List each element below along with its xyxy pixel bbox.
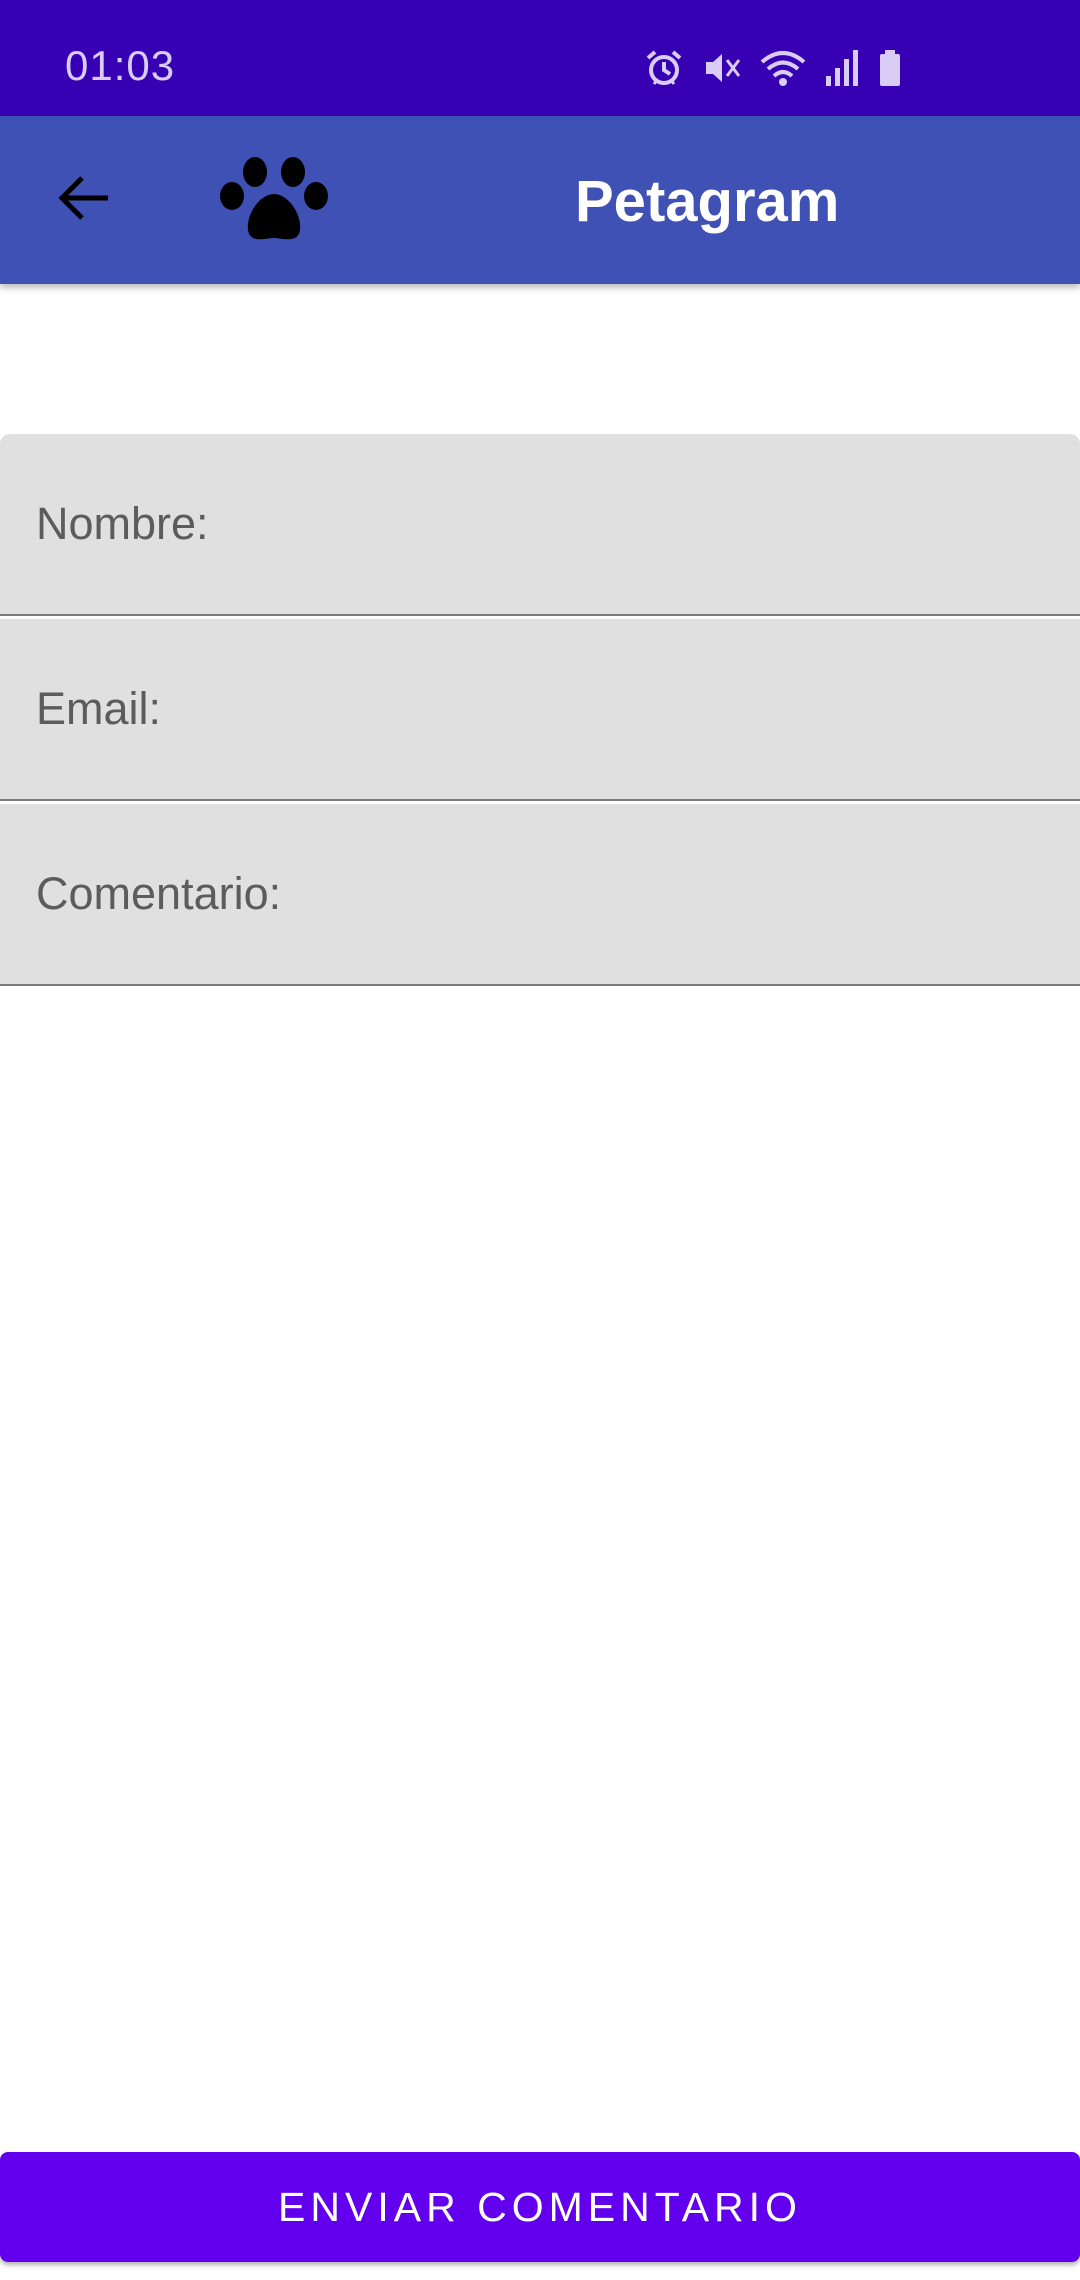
battery-icon	[878, 48, 902, 88]
name-field[interactable]	[0, 434, 1080, 616]
comment-field[interactable]	[0, 804, 1080, 986]
app-title: Petagram	[575, 169, 840, 234]
email-field[interactable]	[0, 619, 1080, 801]
status-time: 01:03	[65, 42, 176, 89]
comment-input[interactable]	[0, 804, 1080, 984]
name-input[interactable]	[0, 434, 1080, 614]
signal-icon	[824, 48, 860, 88]
email-input[interactable]	[0, 619, 1080, 799]
back-button[interactable]	[44, 164, 124, 236]
wifi-icon	[760, 48, 806, 88]
alarm-icon	[644, 48, 684, 88]
arrow-left-icon	[56, 172, 112, 229]
mute-icon	[702, 48, 742, 88]
status-bar: 01:03	[0, 0, 1080, 116]
status-icons	[644, 44, 902, 92]
send-comment-button[interactable]: ENVIAR COMENTARIO	[0, 2152, 1080, 2262]
paw-icon	[218, 156, 330, 251]
app-bar: Petagram	[0, 116, 1080, 284]
